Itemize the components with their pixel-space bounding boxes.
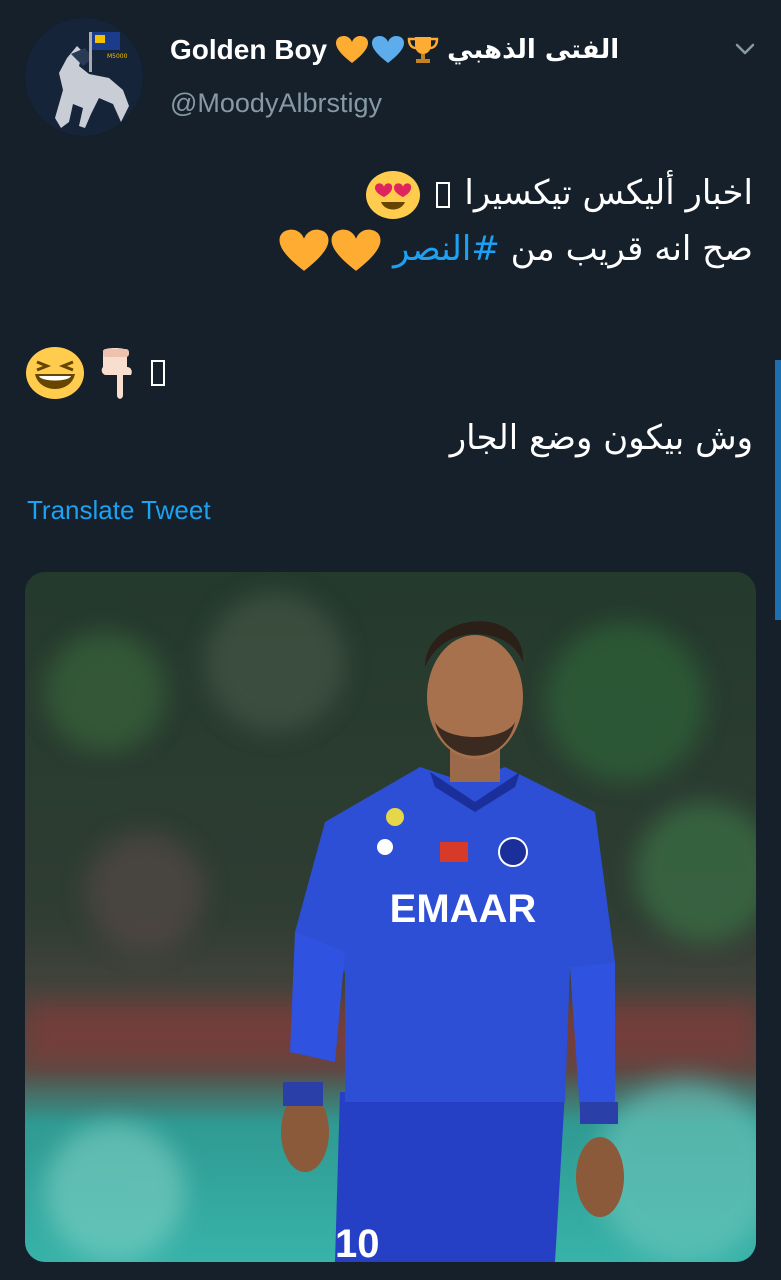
missing-glyph-icon — [435, 181, 450, 208]
yellow-heart-icon — [331, 229, 381, 271]
grinning-squinting-face-icon — [26, 347, 84, 399]
tweet-line-3 — [25, 345, 169, 401]
player-photo: EMAAR 10 — [25, 572, 756, 1262]
jersey-sponsor-text: EMAAR — [390, 887, 537, 931]
chevron-down-icon[interactable] — [735, 42, 755, 56]
yellow-heart-icon — [279, 229, 329, 271]
scrollbar[interactable] — [775, 360, 781, 620]
missing-glyph-icon — [151, 360, 165, 386]
display-name-arabic: الفتى الذهبي — [447, 35, 620, 65]
display-name[interactable]: Golden Boy — [170, 34, 327, 66]
blue-heart-icon — [372, 36, 405, 63]
name-emojis — [335, 35, 439, 65]
yellow-heart-icon — [336, 36, 369, 63]
tweet-card: M5000 Golden Boy الفتى الذهبي @MoodyAlbr… — [0, 0, 781, 1280]
tweet-line-4: وش بيكون وضع الجار — [449, 418, 753, 458]
name-row: Golden Boy الفتى الذهبي — [170, 30, 681, 70]
avatar-caption: M5000 — [107, 53, 128, 60]
pointing-down-hand-icon — [101, 348, 132, 399]
tweet-text: اخبار أليكس تيكسيرا صح انه قريب من #النص… — [25, 165, 753, 277]
translate-tweet-link[interactable]: Translate Tweet — [27, 495, 211, 526]
shirt-number-text: 10 — [335, 1222, 380, 1262]
tweet-line-1: اخبار أليكس تيكسيرا — [25, 165, 753, 221]
tweet-line-1-text: اخبار أليكس تيكسيرا — [464, 173, 753, 213]
heart-eyes-face-icon — [365, 170, 420, 219]
tweet-header: Golden Boy الفتى الذهبي @MoodyAlbrstigy — [170, 30, 681, 119]
tweet-line-2: صح انه قريب من #النصر — [25, 221, 753, 277]
user-handle[interactable]: @MoodyAlbrstigy — [170, 88, 681, 119]
avatar-image: M5000 — [25, 18, 143, 136]
hashtag-link[interactable]: #النصر — [393, 229, 500, 269]
tweet-media-photo[interactable]: EMAAR 10 — [25, 572, 756, 1262]
trophy-icon — [407, 37, 439, 63]
avatar[interactable]: M5000 — [25, 18, 143, 136]
tweet-line-2-text: صح انه قريب من — [499, 229, 753, 269]
